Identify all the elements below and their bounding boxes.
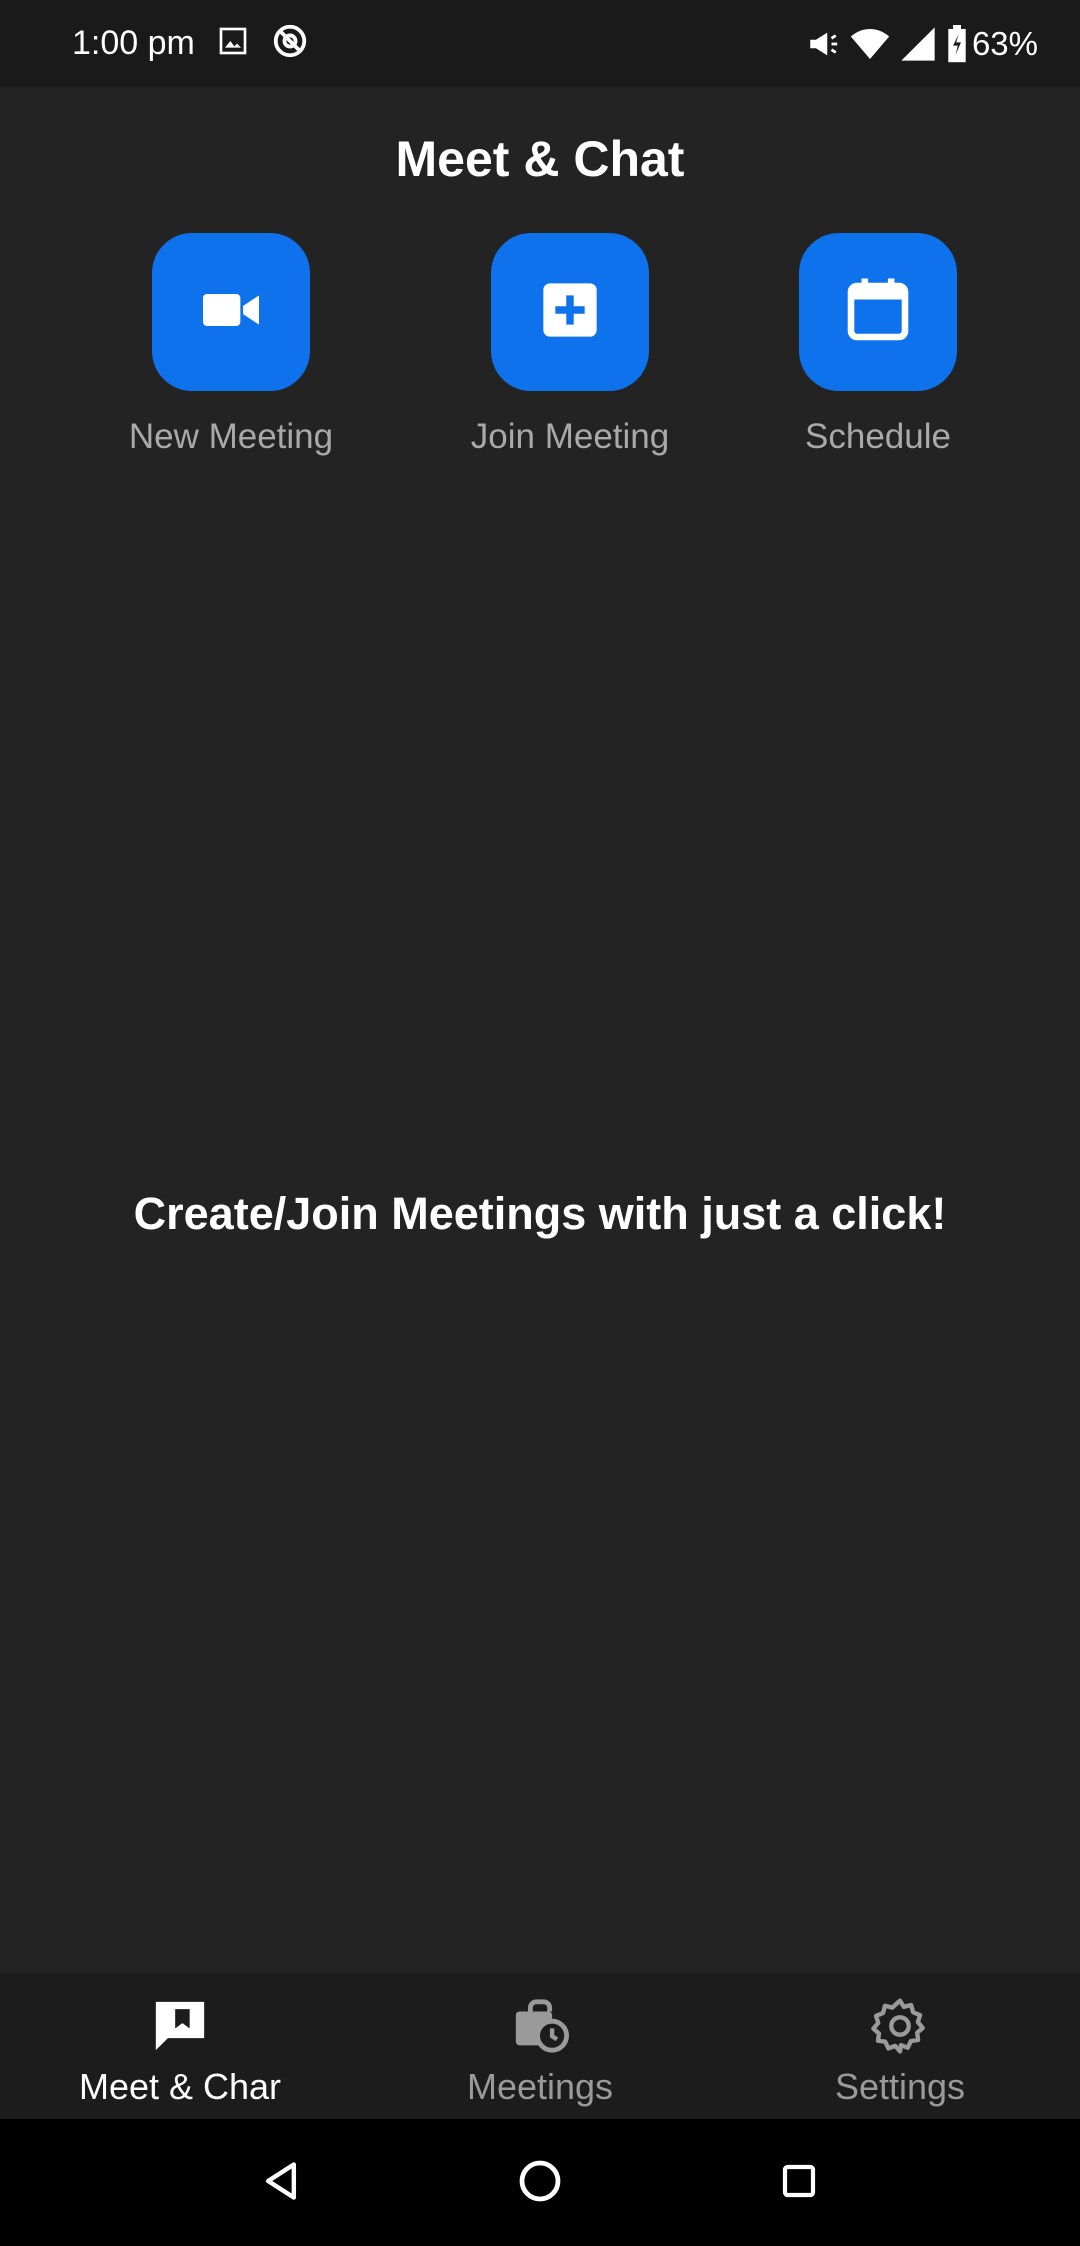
bottom-tab-bar: Meet & Char Meetings Settings xyxy=(0,1973,1080,2119)
wifi-icon xyxy=(850,24,890,64)
join-meeting-label: Join Meeting xyxy=(470,417,670,456)
tab-label-settings: Settings xyxy=(834,2066,966,2107)
battery-percentage: 63% xyxy=(971,24,1038,62)
back-button[interactable] xyxy=(251,2153,311,2213)
tab-label-meetings: Meetings xyxy=(466,2066,614,2107)
app-screen: 1:00 pm 63% Meet & Chat New Meeting Join… xyxy=(0,0,1080,2246)
recents-icon xyxy=(778,2160,820,2207)
tab-label-meet-and-chat: Meet & Char xyxy=(78,2066,282,2107)
schedule-button[interactable] xyxy=(799,233,957,391)
home-button[interactable] xyxy=(510,2153,570,2213)
status-left: 1:00 pm xyxy=(72,22,309,65)
plus-square-icon xyxy=(538,278,602,347)
status-time: 1:00 pm xyxy=(72,24,195,62)
chat-bookmark-icon xyxy=(151,1997,209,2060)
tab-meet-and-chat[interactable]: Meet & Char xyxy=(0,1973,360,2119)
new-meeting-button[interactable] xyxy=(152,233,310,391)
join-meeting-button[interactable] xyxy=(491,233,649,391)
page-title: Meet & Chat xyxy=(395,131,685,187)
megaphone-icon xyxy=(804,27,842,61)
signal-icon xyxy=(898,24,938,64)
empty-state-message: Create/Join Meetings with just a click! xyxy=(133,1188,947,1239)
gear-icon xyxy=(871,1997,929,2060)
status-right: 63% xyxy=(796,24,1038,64)
system-navigation-bar xyxy=(0,2119,1080,2246)
back-icon xyxy=(259,2159,303,2208)
new-meeting-label: New Meeting xyxy=(128,417,334,456)
calendar-icon xyxy=(842,274,914,351)
briefcase-clock-icon xyxy=(511,1997,569,2060)
at-sign-icon xyxy=(271,22,309,65)
video-camera-icon xyxy=(199,278,263,347)
status-bar: 1:00 pm 63% xyxy=(0,0,1080,87)
tab-meetings[interactable]: Meetings xyxy=(360,1973,720,2119)
home-icon xyxy=(516,2157,564,2210)
image-icon xyxy=(217,25,249,62)
battery-charging-icon xyxy=(946,24,968,63)
schedule-action[interactable]: Schedule xyxy=(728,233,1028,457)
new-meeting-action[interactable]: New Meeting xyxy=(81,233,381,457)
join-meeting-action[interactable]: Join Meeting xyxy=(420,233,720,457)
recents-button[interactable] xyxy=(769,2153,829,2213)
tab-settings[interactable]: Settings xyxy=(720,1973,1080,2119)
schedule-label: Schedule xyxy=(805,417,951,456)
